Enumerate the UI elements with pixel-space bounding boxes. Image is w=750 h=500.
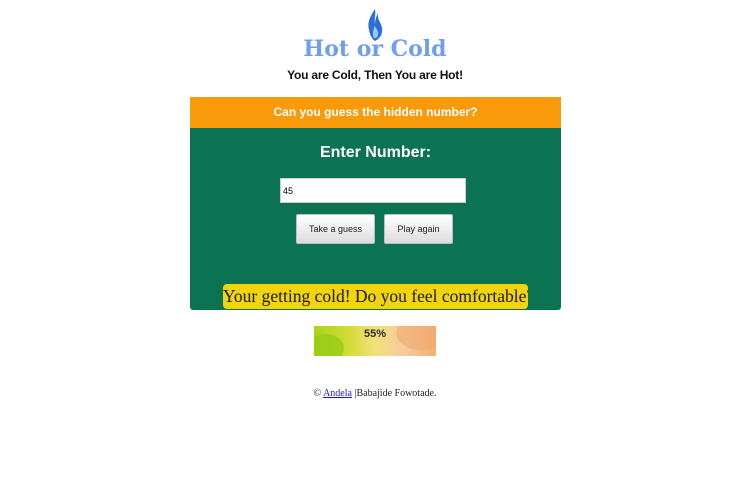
game-panel: Can you guess the hidden number? Enter N…: [190, 97, 561, 310]
meter-label: 55%: [363, 328, 387, 340]
footer-author: Babajide Fowotade.: [356, 388, 437, 399]
copyright-symbol: ©: [313, 388, 322, 399]
app-title: Hot or Cold: [303, 36, 447, 62]
andela-link[interactable]: Andela: [323, 388, 352, 399]
play-again-button[interactable]: Play again: [384, 214, 453, 244]
app-tagline: You are Cold, Then You are Hot!: [287, 68, 463, 82]
temperature-meter: 55%: [314, 326, 436, 356]
take-a-guess-button[interactable]: Take a guess: [296, 214, 375, 244]
number-input[interactable]: [280, 178, 466, 203]
enter-number-label: Enter Number:: [319, 144, 432, 161]
page: Hot or Cold You are Cold, Then You are H…: [0, 0, 750, 500]
feedback-message: Your getting cold! Do you feel comfortab…: [223, 284, 528, 309]
footer: © Andela |Babajide Fowotade.: [0, 388, 750, 399]
panel-header: Can you guess the hidden number?: [190, 97, 561, 128]
